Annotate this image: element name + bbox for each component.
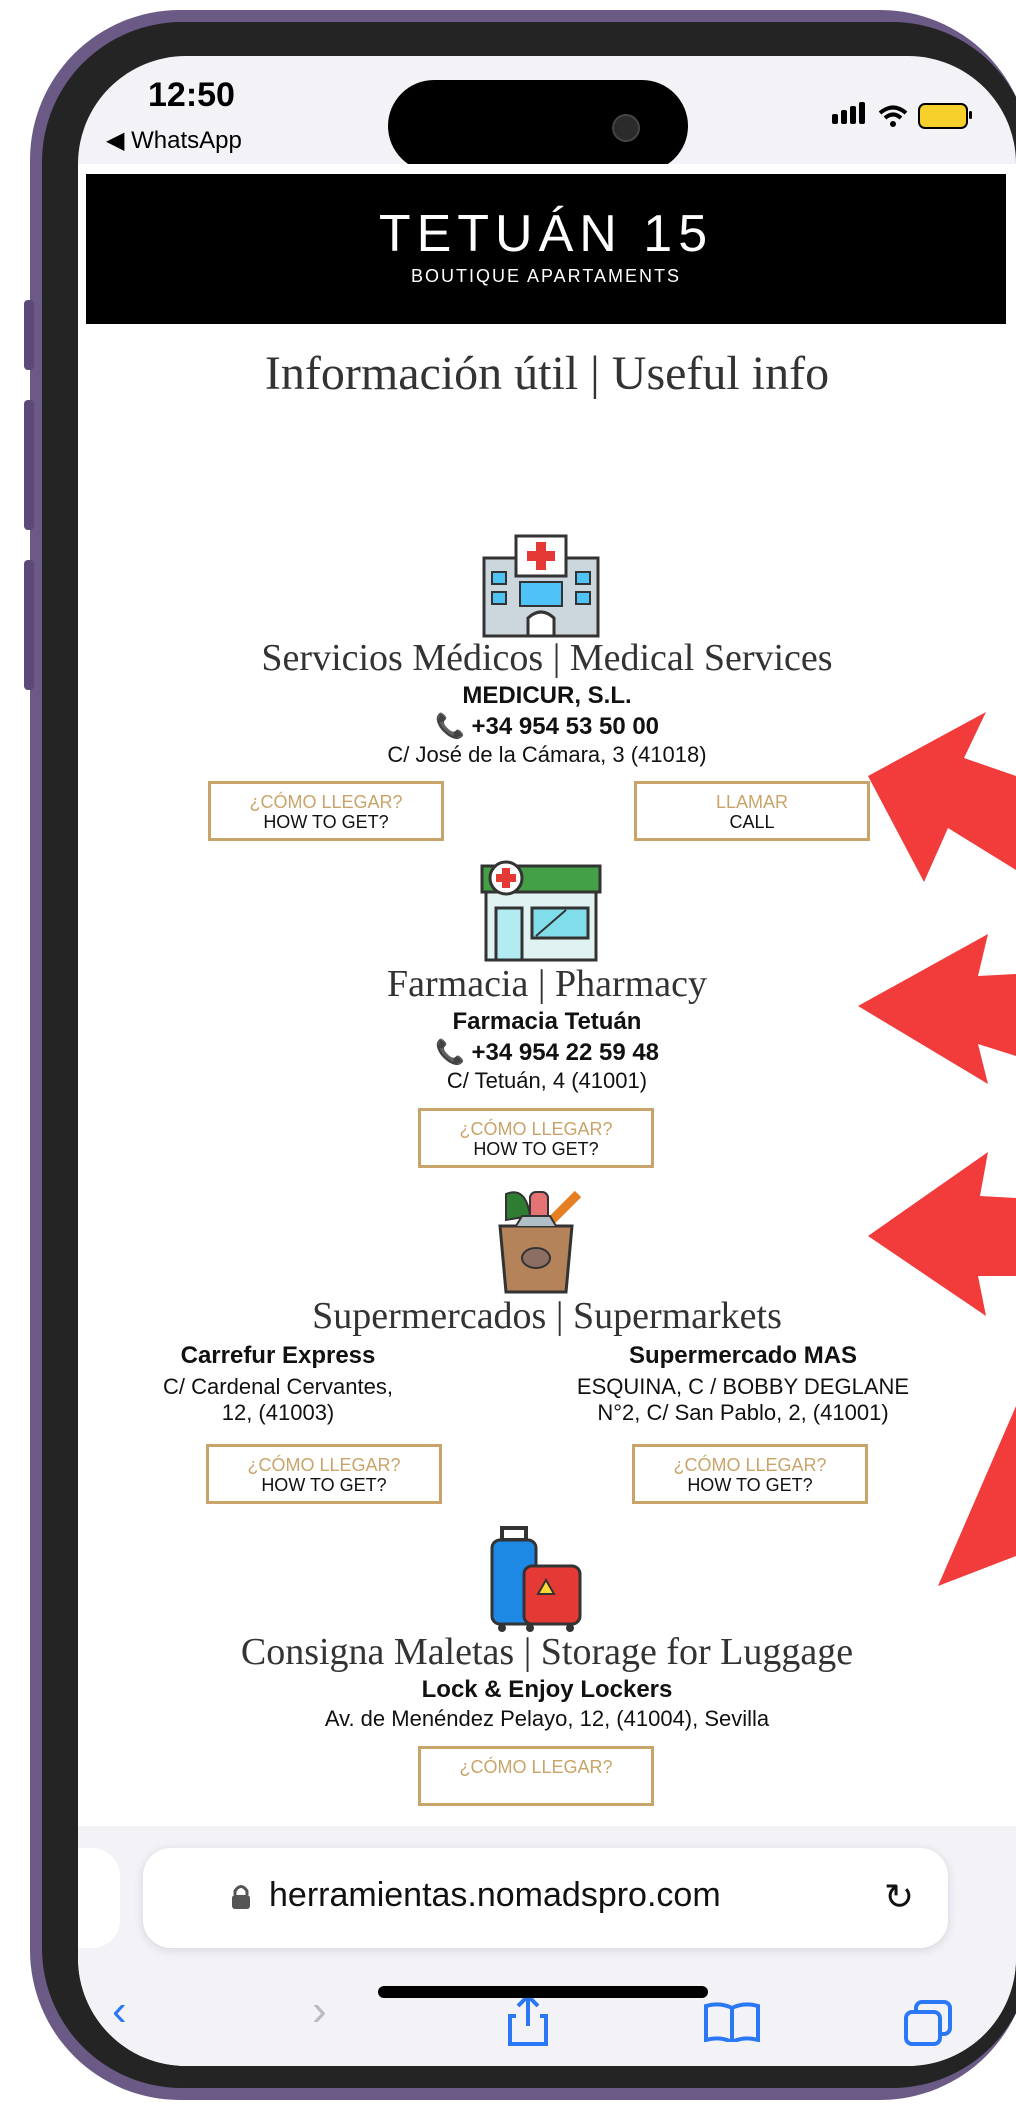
button-label-en: HOW TO GET? [687, 1475, 813, 1495]
phone-screen: 12:50 ◀ WhatsApp TETUÁN 15 BOUTIQUE APAR… [78, 56, 1016, 2066]
pharmacy-icon [480, 860, 602, 962]
address-bar[interactable]: herramientas.nomadspro.com ↻ [143, 1848, 948, 1948]
wifi-icon [878, 105, 908, 127]
luggage-address: Av. de Menéndez Pelayo, 12, (41004), Sev… [324, 1706, 770, 1731]
annotation-arrow [858, 934, 1016, 1084]
status-bar: 12:50 ◀ WhatsApp [78, 56, 1016, 172]
button-label-es: ¿CÓMO LLEGAR? [249, 792, 403, 812]
bookmarks-icon[interactable] [704, 2002, 760, 2042]
button-label-en: HOW TO GET? [261, 1475, 387, 1495]
annotation-arrow [938, 1406, 1016, 1586]
button-label-es: ¿CÓMO LLEGAR? [673, 1455, 827, 1475]
supermarket-right-address: N°2, C/ San Pablo, 2, (41001) [597, 1400, 889, 1425]
browser-bar: herramientas.nomadspro.com ↻ ‹ › [78, 1826, 1016, 2066]
volume-down-button [24, 560, 34, 690]
volume-up-button [24, 400, 34, 530]
pharmacy-how-to-get-button[interactable]: ¿CÓMO LLEGAR? HOW TO GET? [418, 1108, 654, 1168]
supermarket-right-how-to-get-button[interactable]: ¿CÓMO LLEGAR? HOW TO GET? [632, 1444, 868, 1504]
signal-icon [832, 102, 868, 129]
luggage-section-title: Consigna Maletas | Storage for Luggage [240, 1631, 854, 1673]
tabs-icon[interactable] [904, 2000, 952, 2046]
supermarket-right-address: ESQUINA, C / BOBBY DEGLANE [576, 1374, 910, 1399]
supermarket-left: Carrefur Express C/ Cardenal Cervantes, … [118, 1342, 438, 1426]
dynamic-island [388, 80, 688, 172]
button-label-en: HOW TO GET? [473, 1139, 599, 1159]
button-label-es: ¿CÓMO LLEGAR? [247, 1455, 401, 1475]
medical-how-to-get-button[interactable]: ¿CÓMO LLEGAR? HOW TO GET? [208, 781, 444, 841]
medical-call-button[interactable]: LLAMAR CALL [634, 781, 870, 841]
button-label-en: CALL [729, 812, 775, 832]
grocery-bag-icon [498, 1190, 582, 1294]
lock-icon [232, 1885, 250, 1909]
action-button [24, 300, 34, 370]
button-label-es: LLAMAR [715, 792, 789, 812]
annotation-arrow [868, 1152, 1016, 1316]
luggage-icon [490, 1526, 582, 1632]
supermarket-left-address: 12, (41003) [221, 1400, 335, 1425]
annotation-arrow [868, 712, 1016, 882]
back-icon[interactable]: ‹ [112, 1986, 127, 2036]
button-label-es: ¿CÓMO LLEGAR? [459, 1119, 613, 1139]
status-time: 12:50 [148, 76, 235, 114]
reload-icon[interactable]: ↻ [884, 1876, 914, 1918]
medical-section-title: Servicios Médicos | Medical Services [261, 637, 833, 679]
forward-icon[interactable]: › [312, 1986, 327, 2036]
share-icon[interactable] [508, 1994, 548, 2046]
luggage-how-to-get-button[interactable]: ¿CÓMO LLEGAR? [418, 1746, 654, 1806]
supermarket-left-address: C/ Cardenal Cervantes, [163, 1374, 393, 1399]
button-label-en: HOW TO GET? [263, 812, 389, 832]
home-indicator[interactable] [378, 1986, 708, 1998]
hospital-icon [482, 534, 600, 638]
brand-logo: TETUÁN 15 [378, 205, 714, 263]
status-icons [832, 102, 972, 129]
button-label-es: ¿CÓMO LLEGAR? [459, 1757, 613, 1777]
supermarket-left-how-to-get-button[interactable]: ¿CÓMO LLEGAR? HOW TO GET? [206, 1444, 442, 1504]
supermarket-right: Supermercado MAS ESQUINA, C / BOBBY DEGL… [533, 1342, 953, 1426]
camera-icon [612, 114, 640, 142]
url-text: herramientas.nomadspro.com [269, 1876, 721, 1914]
previous-tab-preview[interactable] [78, 1848, 120, 1948]
header-banner: TETUÁN 15 BOUTIQUE APARTAMENTS [86, 174, 1006, 324]
luggage-provider-name: Lock & Enjoy Lockers [421, 1676, 673, 1703]
page-title: Información útil | Useful info [264, 347, 830, 400]
back-to-whatsapp-link[interactable]: ◀ WhatsApp [106, 126, 242, 155]
supermarket-right-name: Supermercado MAS [628, 1342, 858, 1369]
battery-charging-icon [918, 102, 972, 129]
brand-subtitle: BOUTIQUE APARTAMENTS [410, 266, 682, 286]
supermarket-left-name: Carrefur Express [180, 1342, 376, 1369]
